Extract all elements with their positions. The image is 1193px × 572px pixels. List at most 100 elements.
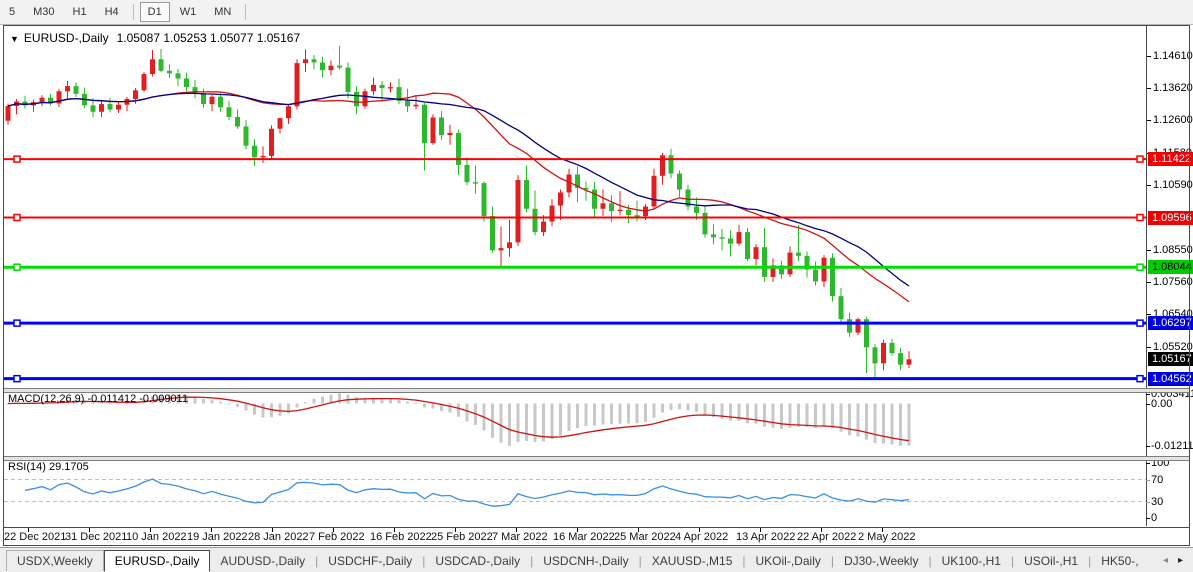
hline-1.11422[interactable]: [4, 156, 1146, 162]
tab-usdcad-daily[interactable]: USDCAD-,Daily: [425, 551, 530, 571]
timeframe-toolbar: 5M30H1H4 D1W1MN: [0, 0, 1193, 25]
hline-handle[interactable]: [1137, 215, 1143, 221]
candle-body: [796, 253, 801, 256]
macd-bar: [661, 404, 664, 413]
candle-body: [737, 232, 742, 244]
macd-bar: [848, 404, 851, 436]
candle-body: [847, 319, 852, 332]
macd-bar: [245, 404, 248, 411]
macd-bar: [806, 404, 809, 427]
macd-bar: [627, 404, 630, 424]
hline-handle[interactable]: [14, 376, 20, 382]
hline-handle[interactable]: [1137, 264, 1143, 270]
hline-handle[interactable]: [1137, 320, 1143, 326]
candle-body: [703, 213, 708, 234]
timeframe-button-m30[interactable]: M30: [25, 2, 62, 22]
candle-body: [465, 165, 470, 182]
macd-bar: [704, 404, 707, 415]
hline-handle[interactable]: [14, 264, 20, 270]
tab-scroll-right-icon[interactable]: ▸: [1178, 555, 1183, 566]
candle-body: [269, 129, 274, 156]
timeframe-button-w1[interactable]: W1: [172, 2, 205, 22]
tab-usdchf-daily[interactable]: USDCHF-,Daily: [318, 551, 422, 571]
candle-body: [754, 247, 759, 259]
date-label: 22 Dec 2021: [4, 531, 66, 543]
macd-bar: [542, 404, 545, 442]
macd-bar: [602, 404, 605, 425]
chart-dropdown-icon[interactable]: ▼: [10, 34, 19, 44]
hline-1.09596[interactable]: [4, 215, 1146, 221]
timeframe-button-d1[interactable]: D1: [140, 2, 170, 22]
hline-1.08044[interactable]: [4, 264, 1146, 270]
chart-canvas[interactable]: [0, 0, 1193, 572]
date-axis[interactable]: 22 Dec 202131 Dec 202110 Jan 202219 Jan …: [4, 527, 1190, 546]
price-tick-label: 1.07560: [1153, 276, 1193, 288]
candle-body: [482, 183, 487, 216]
tab-hk50[interactable]: HK50-,: [1091, 551, 1148, 571]
timeframe-button-h4[interactable]: H4: [97, 2, 127, 22]
pane-divider-macd[interactable]: [4, 388, 1190, 393]
tab-usoil-h1[interactable]: USOil-,H1: [1014, 551, 1088, 571]
macd-bar: [865, 404, 868, 440]
hline-1.06297[interactable]: [4, 320, 1146, 326]
hline-handle[interactable]: [1137, 156, 1143, 162]
candle-body: [252, 146, 257, 158]
price-axis[interactable]: 1.146101.136201.126001.115801.105901.085…: [1146, 26, 1191, 526]
rsi-axis-label: 0: [1151, 512, 1157, 524]
tab-xauusd-m15[interactable]: XAUUSD-,M15: [642, 551, 743, 571]
macd-axis-label: 0.00: [1151, 398, 1172, 410]
candle-body: [601, 203, 606, 208]
candle-body: [388, 87, 393, 88]
date-label: 13 Apr 2022: [736, 531, 795, 543]
macd-bar: [644, 404, 647, 422]
macd-bar: [559, 404, 562, 436]
candle-body: [856, 319, 861, 332]
timeframe-button-5[interactable]: 5: [1, 2, 23, 22]
hline-1.04562[interactable]: [4, 376, 1146, 382]
tab-uk100-h1[interactable]: UK100-,H1: [932, 551, 1011, 571]
tab-ukoil-daily[interactable]: UKOil-,Daily: [746, 551, 831, 571]
hline-handle[interactable]: [14, 156, 20, 162]
candle-body: [261, 156, 266, 157]
timeframe-button-h1[interactable]: H1: [65, 2, 95, 22]
macd-bar: [755, 404, 758, 424]
date-label: 19 Jan 2022: [187, 531, 248, 543]
candle-body: [354, 92, 359, 106]
macd-bar: [321, 397, 324, 404]
candle-body: [320, 62, 325, 70]
macd-bar: [576, 404, 579, 429]
rsi-axis-label: 70: [1151, 474, 1163, 486]
candle-body: [303, 59, 308, 63]
price-badge-1.11422: 1.11422: [1148, 152, 1193, 166]
price-tick-label: 1.10590: [1153, 179, 1193, 191]
macd-bar: [406, 402, 409, 404]
candle-body: [524, 180, 529, 209]
hline-handle[interactable]: [14, 320, 20, 326]
date-label: 25 Feb 2022: [431, 531, 493, 543]
macd-bar: [653, 404, 656, 418]
macd-bar: [857, 404, 860, 437]
candle-body: [6, 106, 11, 121]
tab-eurusd-daily[interactable]: EURUSD-,Daily: [104, 550, 211, 572]
tab-usdcnh-daily[interactable]: USDCNH-,Daily: [533, 551, 638, 571]
macd-bar: [729, 404, 732, 421]
candle-body: [431, 118, 436, 144]
pane-divider-rsi[interactable]: [4, 456, 1190, 461]
mt4-terminal: 5M30H1H4 D1W1MN ▼ EURUSD-,Daily 1.05087 1.0…: [0, 0, 1193, 572]
candle-body: [150, 59, 155, 74]
hline-handle[interactable]: [14, 215, 20, 221]
tab-usdx-weekly[interactable]: USDX,Weekly: [6, 550, 104, 571]
chart-ohlc-values: 1.05087 1.05253 1.05077 1.05167: [117, 31, 301, 45]
macd-bar: [525, 404, 528, 442]
date-label: 25 Mar 2022: [614, 531, 676, 543]
hline-handle[interactable]: [1137, 376, 1143, 382]
timeframe-button-mn[interactable]: MN: [206, 2, 239, 22]
price-badge-1.06297: 1.06297: [1148, 316, 1193, 330]
candle-body: [533, 209, 538, 232]
tab-audusd-daily[interactable]: AUDUSD-,Daily: [210, 551, 315, 571]
macd-bar: [763, 404, 766, 427]
tab-scroll-left-icon[interactable]: ◂: [1163, 555, 1168, 566]
tab-dj30-weekly[interactable]: DJ30-,Weekly: [834, 551, 928, 571]
macd-bar: [211, 400, 214, 404]
macd-bar: [551, 404, 554, 440]
